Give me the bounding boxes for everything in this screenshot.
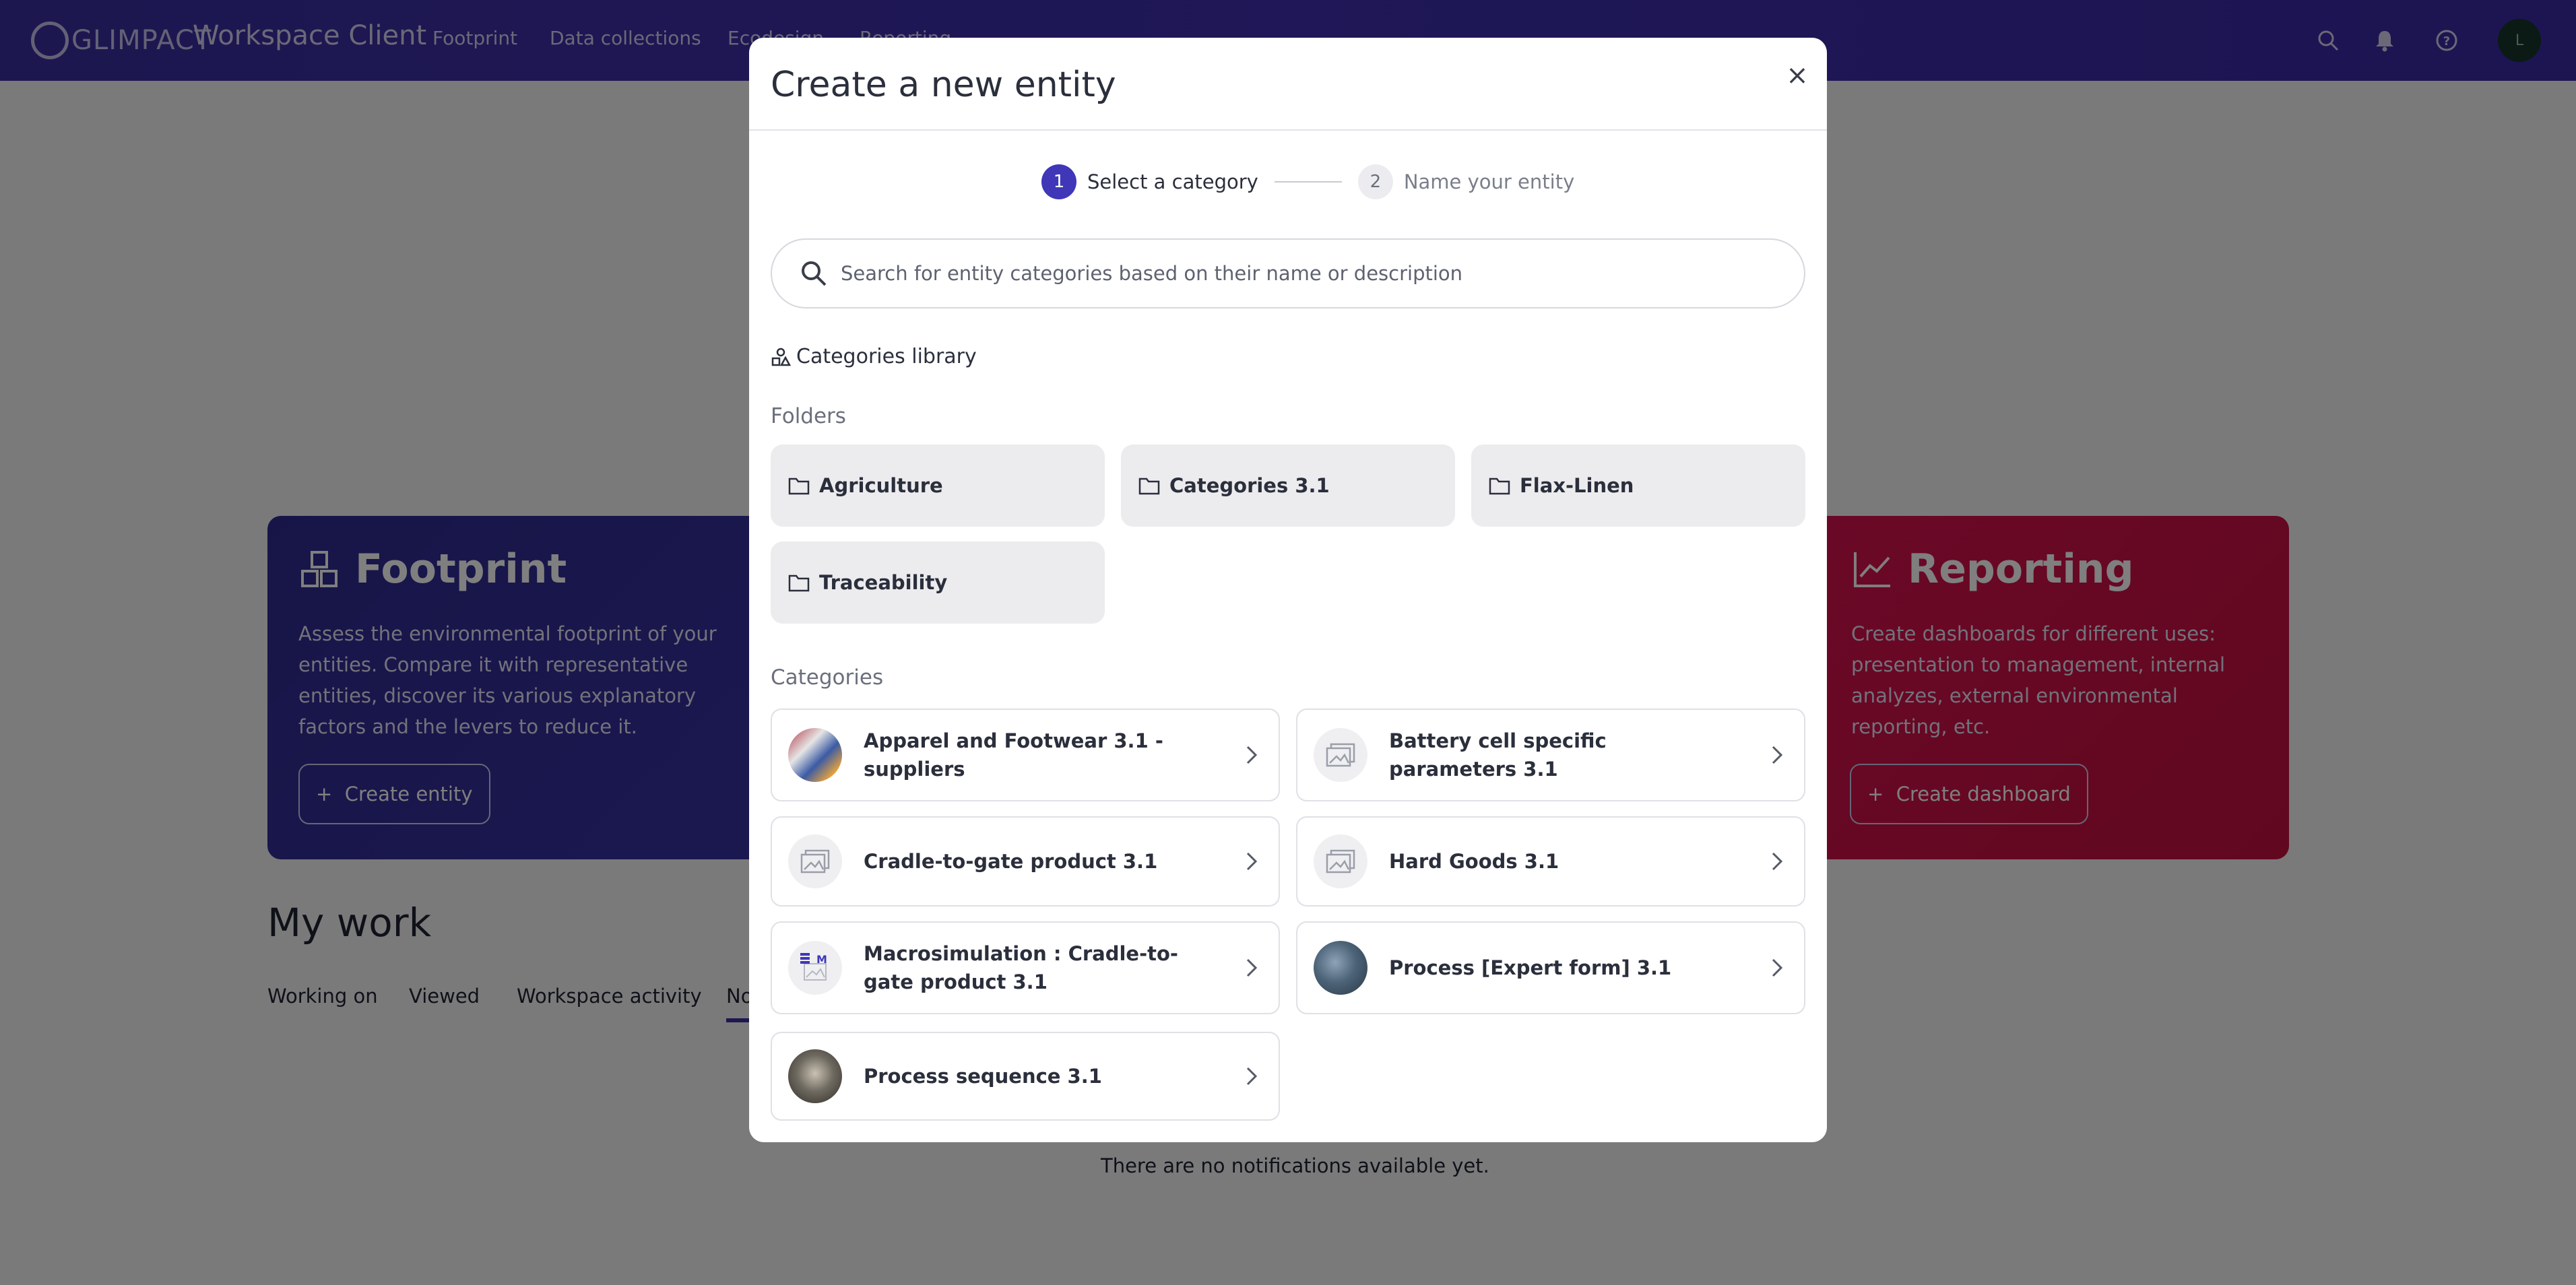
folder-label: Categories 3.1 (1169, 474, 1330, 497)
category-hard-goods[interactable]: Hard Goods 3.1 (1296, 816, 1805, 907)
image-placeholder-icon (1314, 834, 1367, 888)
category-label: Apparel and Footwear 3.1 - suppliers (864, 729, 1163, 781)
folder-categories-3-1[interactable]: Categories 3.1 (1121, 444, 1455, 527)
step-2-number: 2 (1357, 164, 1393, 199)
category-cradle-to-gate[interactable]: Cradle-to-gate product 3.1 (771, 816, 1280, 907)
category-search-input[interactable] (841, 262, 1784, 285)
search-icon (802, 261, 827, 286)
svg-text:M: M (816, 953, 827, 966)
folder-icon (788, 477, 810, 495)
create-entity-modal: Create a new entity × 1 Select a categor… (749, 38, 1827, 1142)
folder-traceability[interactable]: Traceability (771, 541, 1105, 624)
category-label: Cradle-to-gate product 3.1 (864, 850, 1158, 873)
folder-agriculture[interactable]: Agriculture (771, 444, 1105, 527)
folder-icon (1138, 477, 1160, 495)
categories-library-label: Categories library (796, 345, 977, 368)
image-placeholder-icon (788, 834, 842, 888)
apparel-photo-icon (788, 728, 842, 782)
category-label: Process [Expert form] 3.1 (1389, 956, 1672, 979)
step-1-label: Select a category (1087, 170, 1258, 193)
category-label: Battery cell specific parameters 3.1 (1389, 729, 1607, 781)
chevron-right-icon (1246, 1067, 1258, 1086)
categories-label: Categories (771, 665, 884, 690)
step-1-number: 1 (1041, 164, 1076, 199)
folder-label: Traceability (819, 571, 948, 594)
factory-photo-icon (1314, 941, 1367, 995)
folder-label: Flax-Linen (1520, 474, 1634, 497)
chevron-right-icon (1772, 746, 1783, 764)
chevron-right-icon (1246, 958, 1258, 977)
category-label: Macrosimulation : Cradle-to-gate product… (864, 942, 1178, 993)
stepper: 1 Select a category 2 Name your entity (1041, 162, 1574, 202)
category-process-expert-form[interactable]: Process [Expert form] 3.1 (1296, 921, 1805, 1014)
folder-icon (788, 574, 810, 592)
image-placeholder-icon (1314, 728, 1367, 782)
macrosimulation-icon: M (788, 941, 842, 995)
category-apparel-and-footwear[interactable]: Apparel and Footwear 3.1 - suppliers (771, 709, 1280, 801)
chevron-right-icon (1246, 746, 1258, 764)
modal-title: Create a new entity (771, 65, 1116, 105)
category-search-box[interactable] (771, 238, 1805, 308)
folder-icon (1489, 477, 1510, 495)
category-process-sequence[interactable]: Process sequence 3.1 (771, 1032, 1280, 1121)
folder-flax-linen[interactable]: Flax-Linen (1471, 444, 1805, 527)
modal-header: Create a new entity × (749, 38, 1827, 131)
chevron-right-icon (1772, 958, 1783, 977)
chevron-right-icon (1772, 852, 1783, 871)
shapes-icon (771, 348, 791, 366)
category-battery-cell[interactable]: Battery cell specific parameters 3.1 (1296, 709, 1805, 801)
categories-library-heading: Categories library (771, 345, 977, 368)
folder-label: Agriculture (819, 474, 943, 497)
close-icon[interactable]: × (1784, 62, 1811, 89)
folders-label: Folders (771, 404, 846, 428)
category-label: Process sequence 3.1 (864, 1065, 1102, 1088)
chevron-right-icon (1246, 852, 1258, 871)
category-macrosimulation[interactable]: M Macrosimulation : Cradle-to-gate produ… (771, 921, 1280, 1014)
category-label: Hard Goods 3.1 (1389, 850, 1559, 873)
process-photo-icon (788, 1049, 842, 1103)
step-connector (1274, 181, 1342, 183)
step-2-label: Name your entity (1403, 170, 1575, 193)
